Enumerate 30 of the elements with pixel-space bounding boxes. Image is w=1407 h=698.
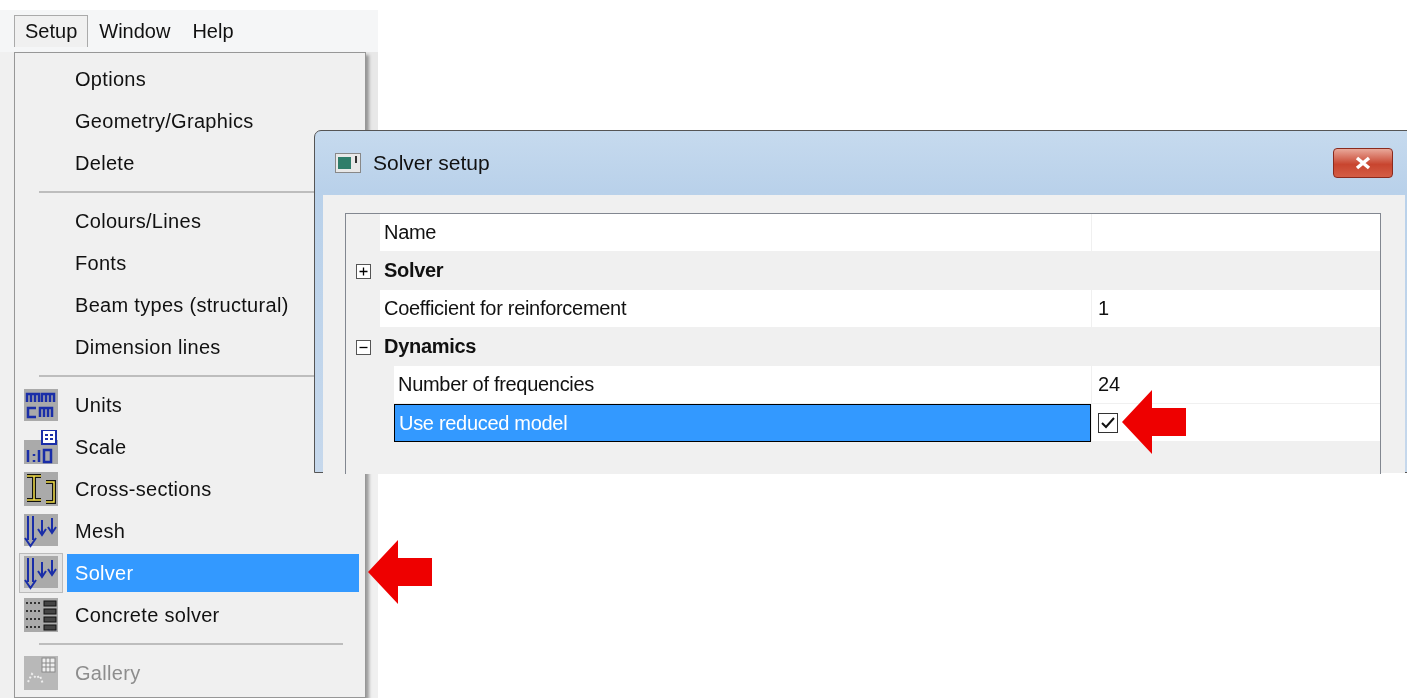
menu-bar-item[interactable]: Help (181, 15, 245, 47)
scale-icon (24, 430, 58, 464)
value-cell[interactable]: 1 (1091, 290, 1380, 328)
property-label[interactable]: Coefficient for reinforcement (380, 290, 1091, 328)
menu-item[interactable]: Cross-sections (67, 470, 359, 508)
window-icon (335, 153, 361, 173)
checkbox[interactable] (1098, 412, 1118, 433)
close-icon (1354, 156, 1372, 170)
collapse-icon[interactable] (355, 339, 371, 355)
close-button[interactable] (1333, 148, 1393, 178)
down-arrows-icon (24, 514, 58, 548)
gallery-icon (24, 656, 58, 690)
units-icon (24, 389, 58, 421)
down-arrows-icon (24, 556, 58, 590)
pointer-arrow-icon (368, 540, 432, 604)
property-label[interactable]: Name (380, 214, 1091, 252)
menu-item[interactable]: Options (67, 60, 359, 98)
menu-bar-item[interactable]: Setup (14, 15, 89, 47)
menu-item[interactable]: Mesh (67, 512, 359, 550)
value-cell[interactable] (1091, 214, 1380, 252)
value-cell[interactable]: 24 (1091, 366, 1380, 404)
table-rows-icon (24, 598, 58, 632)
menu-item[interactable]: Concrete solver (67, 596, 359, 634)
beam-section-icon (24, 472, 58, 506)
property-label[interactable]: Number of frequencies (394, 366, 1091, 404)
menu-bar-item[interactable]: Window (88, 15, 182, 47)
expand-icon[interactable] (355, 263, 371, 279)
window-title: Solver setup (373, 151, 491, 175)
pointer-arrow-icon (1122, 390, 1186, 454)
menu-item[interactable]: Geometry/Graphics (67, 102, 359, 140)
